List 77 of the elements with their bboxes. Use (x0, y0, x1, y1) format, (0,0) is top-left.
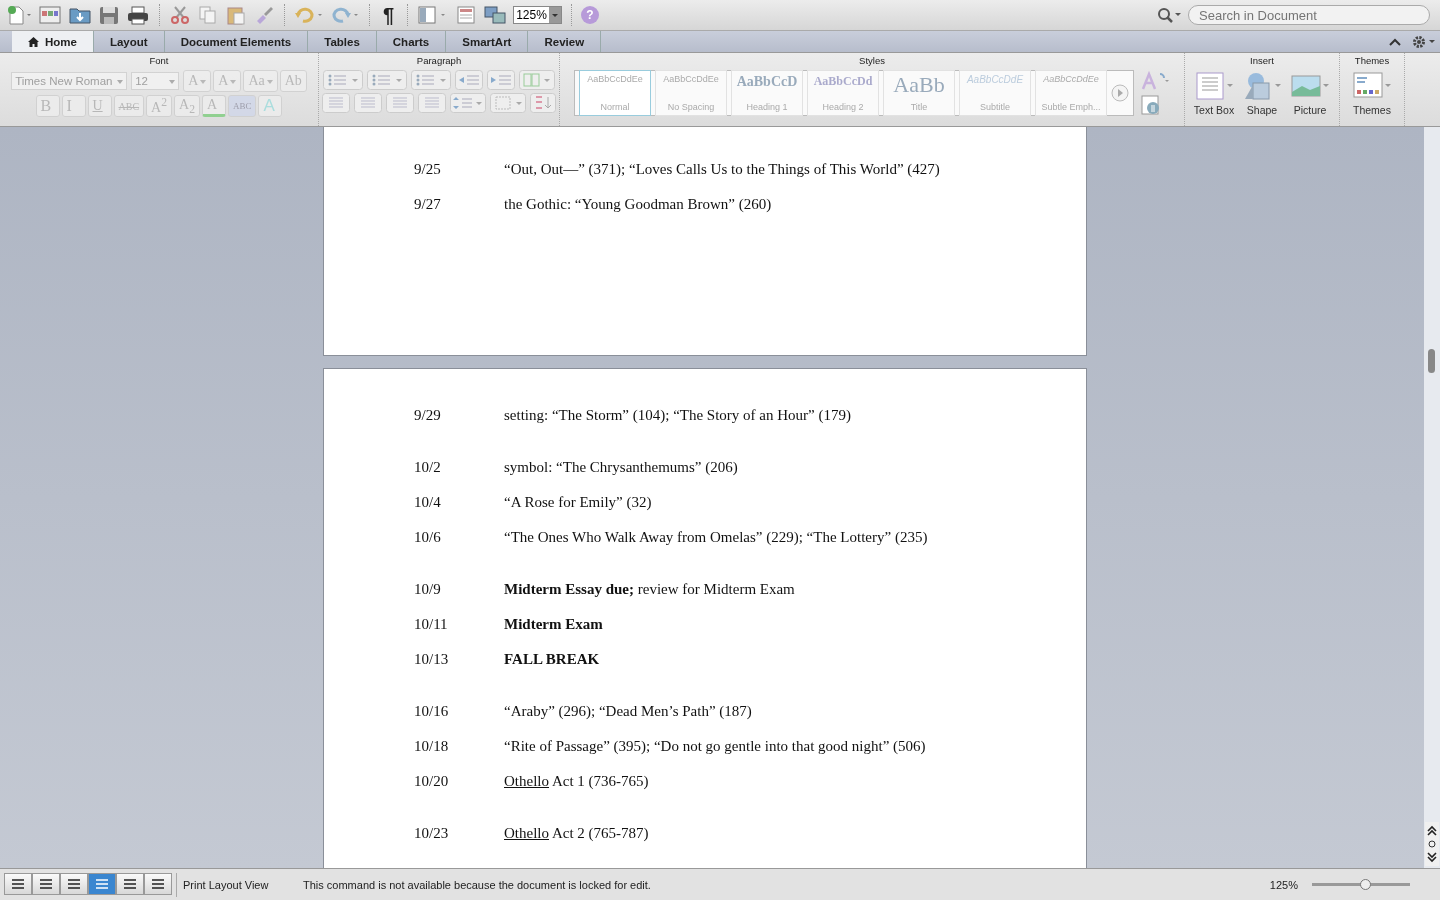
lines-icon (66, 877, 82, 890)
ribbon-tab[interactable]: Review (528, 31, 602, 52)
date-text: 10/11 (414, 615, 449, 633)
group-title: Paragraph (416, 54, 462, 67)
date-text: 10/23 (414, 824, 450, 842)
ribbon-tab[interactable]: Tables (308, 31, 377, 52)
lines-icon (122, 877, 138, 890)
date-text: 10/9 (414, 580, 442, 598)
text-box-icon (1193, 70, 1235, 102)
save-icon[interactable] (98, 5, 120, 25)
group-title: Font (149, 54, 169, 67)
assignment-text: “Rite of Passage” (395); “Do not go gentle into that good night” (506) (504, 737, 926, 755)
date-text: 10/2 (414, 458, 442, 476)
help-button[interactable]: ? (580, 6, 599, 24)
scissors-icon[interactable] (169, 5, 191, 25)
page-navigation-icon[interactable] (1425, 822, 1439, 866)
assignment-text: symbol: “The Chrysanthemums” (206) (504, 458, 738, 476)
status-message: This command is not available because the document is locked for edit. (303, 878, 651, 891)
assignment-text: “A Rose for Emily” (32) (504, 493, 652, 511)
folder-icon[interactable] (68, 5, 92, 25)
redo-icon[interactable] (330, 5, 360, 25)
view-button[interactable] (116, 872, 144, 895)
view-button[interactable] (144, 872, 172, 895)
scrollbar[interactable] (1424, 127, 1440, 868)
ribbon-tab[interactable]: Document Elements (164, 31, 309, 52)
paragraph-marks-button[interactable]: ¶ (379, 3, 399, 27)
search-icon[interactable] (1156, 6, 1182, 24)
view-button[interactable] (60, 872, 88, 895)
lines-icon (38, 877, 54, 890)
assignment-text: setting: “The Storm” (104); “The Story of an Hour” (179) (504, 406, 851, 424)
lines-icon (94, 877, 110, 890)
date-text: 10/16 (414, 702, 450, 720)
date-text: 10/13 (414, 650, 450, 668)
ribbon-tab[interactable]: Charts (376, 31, 447, 52)
dropdown-icon (548, 7, 561, 23)
slider-thumb[interactable] (1359, 879, 1371, 890)
print-icon[interactable] (126, 5, 150, 25)
date-text: 10/18 (414, 737, 450, 755)
assignment-text: Othello Act 2 (765-787) (504, 824, 649, 842)
date-text: 10/20 (414, 772, 450, 790)
house-icon (28, 36, 39, 47)
date-text: 10/4 (414, 493, 442, 511)
assignment-text: Midterm Essay due; review for Midterm Exam (504, 580, 795, 598)
date-text: 9/25 (414, 160, 442, 178)
assignment-text: the Gothic: “Young Goodman Brown” (260) (504, 195, 772, 213)
lines-icon (10, 877, 26, 890)
view-name: Print Layout View (183, 878, 270, 891)
group-title: Styles (859, 54, 885, 67)
ribbon-tab[interactable]: Home (12, 31, 94, 52)
date-text: 10/6 (414, 528, 442, 546)
group-title: Themes (1354, 54, 1390, 67)
view-button[interactable] (4, 872, 32, 895)
document-window-icon[interactable] (455, 5, 478, 25)
date-text: 9/29 (414, 406, 442, 424)
assignment-text: Othello Act 1 (736-765) (504, 772, 649, 790)
undo-icon[interactable] (294, 5, 324, 25)
date-text: 9/27 (414, 195, 442, 213)
lines-icon (150, 877, 166, 890)
copy-icon[interactable] (197, 5, 219, 25)
settings-icon[interactable] (1412, 34, 1436, 49)
clipboard-icon[interactable] (225, 5, 247, 25)
zoom-percent: 125% (1269, 878, 1298, 891)
group-title: Insert (1250, 54, 1274, 67)
scroll-thumb[interactable] (1428, 349, 1435, 373)
gallery-icon[interactable] (38, 5, 62, 25)
zoom-field[interactable]: 125% (513, 6, 562, 24)
search-field[interactable]: Search in Document (1188, 5, 1430, 25)
media-icon[interactable] (483, 5, 508, 25)
ribbon-tab[interactable]: SmartArt (446, 31, 529, 52)
assignment-text: “Araby” (296); “Dead Men’s Path” (187) (504, 702, 752, 720)
assignment-text: Midterm Exam (504, 615, 603, 633)
assignment-text: “Out, Out—” (371); “Loves Calls Us to the Things of This World” (427) (504, 160, 940, 178)
new-document-icon[interactable] (6, 5, 32, 25)
assignment-text: FALL BREAK (504, 650, 600, 668)
assignment-text: “The Ones Who Walk Away from Omelas” (229); “The Lottery” (235) (504, 528, 928, 546)
ribbon-tab[interactable]: Layout (93, 31, 165, 52)
view-button[interactable] (32, 872, 60, 895)
